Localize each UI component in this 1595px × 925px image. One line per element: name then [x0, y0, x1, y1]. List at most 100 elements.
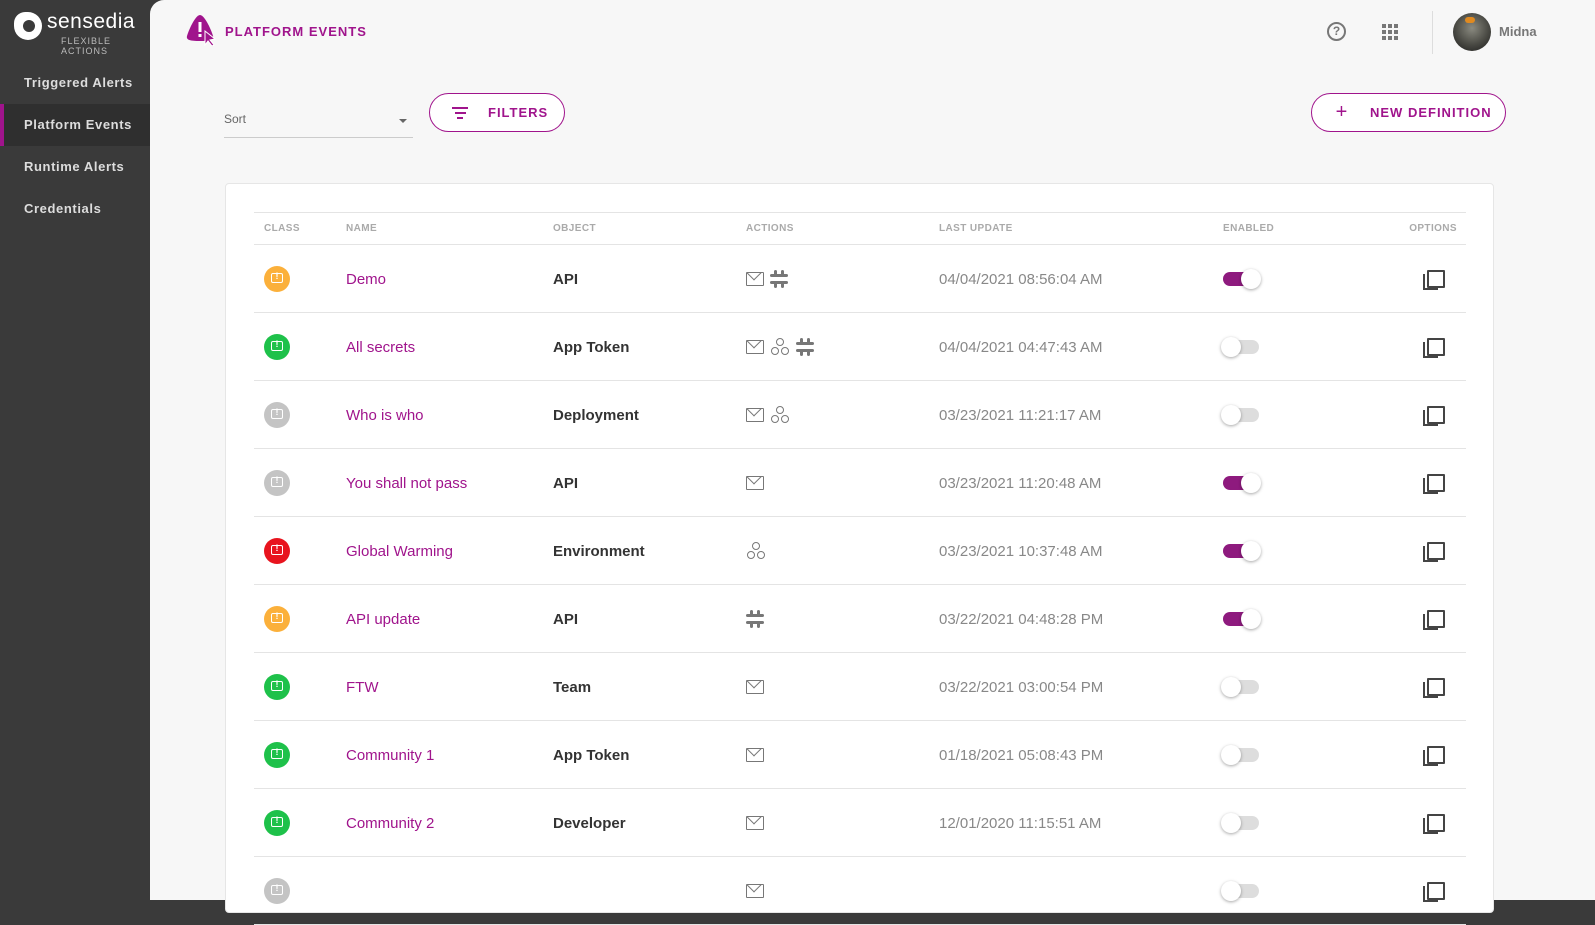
- sidebar-item-triggered-alerts[interactable]: Triggered Alerts: [0, 62, 150, 104]
- enabled-toggle[interactable]: [1221, 677, 1259, 697]
- col-name: NAME: [346, 223, 378, 234]
- last-update: 03/22/2021 04:48:28 PM: [939, 610, 1104, 628]
- table-row[interactable]: Who is who Deployment 03/23/2021 11:21:1…: [254, 381, 1466, 449]
- sensedia-logo[interactable]: sensedia FLEXIBLE ACTIONS: [14, 10, 139, 56]
- table-row[interactable]: [254, 857, 1466, 925]
- copy-icon[interactable]: [1423, 541, 1445, 562]
- table-row[interactable]: Community 1 App Token 01/18/2021 05:08:4…: [254, 721, 1466, 789]
- webhook-icon: [746, 541, 766, 561]
- actions-icons: [746, 857, 764, 925]
- col-class: CLASS: [264, 223, 300, 234]
- copy-icon[interactable]: [1423, 405, 1445, 426]
- copy-icon[interactable]: [1423, 677, 1445, 698]
- table-row[interactable]: FTW Team 03/22/2021 03:00:54 PM: [254, 653, 1466, 721]
- table-header: CLASS NAME OBJECT ACTIONS LAST UPDATE EN…: [254, 212, 1466, 245]
- enabled-toggle[interactable]: [1223, 609, 1261, 629]
- actions-icons: [746, 585, 764, 653]
- class-warning-icon: [264, 266, 290, 292]
- definition-name-link[interactable]: Global Warming: [346, 543, 453, 560]
- table-row[interactable]: You shall not pass API 03/23/2021 11:20:…: [254, 449, 1466, 517]
- enabled-toggle[interactable]: [1221, 405, 1259, 425]
- email-icon: [746, 272, 764, 286]
- definition-name-link[interactable]: You shall not pass: [346, 475, 467, 492]
- class-warning-icon: [264, 606, 290, 632]
- object-type: Developer: [553, 814, 626, 832]
- email-icon: [746, 748, 764, 762]
- definition-name-link[interactable]: API update: [346, 611, 420, 628]
- class-success-icon: [264, 810, 290, 836]
- enabled-toggle[interactable]: [1221, 881, 1259, 901]
- definition-name-link[interactable]: Demo: [346, 271, 386, 288]
- apps-grid-icon[interactable]: [1382, 24, 1398, 40]
- help-circle-icon[interactable]: ?: [1327, 22, 1346, 41]
- class-success-icon: [264, 674, 290, 700]
- slack-icon: [796, 338, 814, 356]
- table-row[interactable]: Demo API 04/04/2021 08:56:04 AM: [254, 245, 1466, 313]
- enabled-toggle[interactable]: [1221, 337, 1259, 357]
- user-name[interactable]: Midna: [1499, 24, 1537, 39]
- copy-icon[interactable]: [1423, 745, 1445, 766]
- table-row[interactable]: Community 2 Developer 12/01/2020 11:15:5…: [254, 789, 1466, 857]
- last-update: 03/23/2021 10:37:48 AM: [939, 542, 1103, 560]
- sidebar-nav: Triggered Alerts Platform Events Runtime A…: [0, 62, 150, 230]
- definitions-card: CLASS NAME OBJECT ACTIONS LAST UPDATE EN…: [225, 183, 1494, 925]
- definition-name-link[interactable]: Community 1: [346, 747, 434, 764]
- header-divider: [1432, 11, 1433, 54]
- last-update: 01/18/2021 05:08:43 PM: [939, 746, 1104, 764]
- email-icon: [746, 408, 764, 422]
- webhook-icon: [770, 337, 790, 357]
- col-object: OBJECT: [553, 223, 596, 234]
- caret-down-icon: [399, 119, 407, 123]
- actions-icons: [746, 245, 788, 313]
- copy-icon[interactable]: [1423, 881, 1445, 902]
- last-update: 12/01/2020 11:15:51 AM: [939, 814, 1102, 832]
- class-success-icon: [264, 742, 290, 768]
- top-bar: PLATFORM EVENTS ? Midna: [150, 0, 1595, 62]
- enabled-toggle[interactable]: [1223, 541, 1261, 561]
- last-update: 03/22/2021 03:00:54 PM: [939, 678, 1104, 696]
- email-icon: [746, 340, 764, 354]
- table-body: Demo API 04/04/2021 08:56:04 AM All secr…: [254, 245, 1466, 925]
- last-update: 04/04/2021 04:47:43 AM: [939, 338, 1103, 356]
- main-content: PLATFORM EVENTS ? Midna Sort FILTERS + N…: [150, 0, 1595, 925]
- enabled-toggle[interactable]: [1223, 473, 1261, 493]
- table-row[interactable]: Global Warming Environment 03/23/2021 10…: [254, 517, 1466, 585]
- table-row[interactable]: API update API 03/22/2021 04:48:28 PM: [254, 585, 1466, 653]
- avatar[interactable]: [1453, 13, 1491, 51]
- enabled-toggle[interactable]: [1221, 745, 1259, 765]
- object-type: API: [553, 270, 579, 288]
- class-success-icon: [264, 334, 290, 360]
- enabled-toggle[interactable]: [1223, 269, 1261, 289]
- platform-events-icon: [186, 15, 216, 46]
- filters-button[interactable]: FILTERS: [429, 93, 565, 132]
- col-actions: ACTIONS: [746, 223, 794, 234]
- object-type: API: [553, 474, 579, 492]
- actions-icons: [746, 721, 764, 789]
- definition-name-link[interactable]: Who is who: [346, 407, 424, 424]
- copy-icon[interactable]: [1423, 473, 1445, 494]
- object-type: Environment: [553, 542, 645, 560]
- sort-select[interactable]: Sort: [224, 104, 413, 138]
- plus-icon: +: [1335, 101, 1349, 123]
- actions-icons: [746, 789, 764, 857]
- definition-name-link[interactable]: FTW: [346, 679, 378, 696]
- sidebar-item-platform-events[interactable]: Platform Events: [0, 104, 150, 146]
- brand-subtitle: FLEXIBLE ACTIONS: [61, 36, 112, 56]
- actions-icons: [746, 449, 764, 517]
- copy-icon[interactable]: [1423, 609, 1445, 630]
- sidebar-item-credentials[interactable]: Credentials: [0, 188, 150, 230]
- webhook-icon: [770, 405, 790, 425]
- copy-icon[interactable]: [1423, 813, 1445, 834]
- enabled-toggle[interactable]: [1221, 813, 1259, 833]
- class-inactive-icon: [264, 402, 290, 428]
- sidebar-item-runtime-alerts[interactable]: Runtime Alerts: [0, 146, 150, 188]
- definition-name-link[interactable]: Community 2: [346, 815, 434, 832]
- new-definition-button[interactable]: + NEW DEFINITION: [1311, 93, 1506, 132]
- definition-name-link[interactable]: All secrets: [346, 339, 415, 356]
- sort-placeholder: Sort: [224, 112, 247, 126]
- copy-icon[interactable]: [1423, 337, 1445, 358]
- table-row[interactable]: All secrets App Token 04/04/2021 04:47:4…: [254, 313, 1466, 381]
- last-update: 04/04/2021 08:56:04 AM: [939, 270, 1103, 288]
- copy-icon[interactable]: [1423, 269, 1445, 290]
- email-icon: [746, 816, 764, 830]
